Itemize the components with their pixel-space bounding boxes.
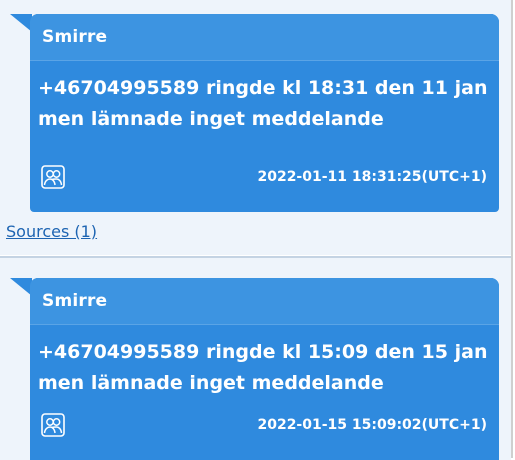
message-footer: 2022-01-15 15:09:02(UTC+1) — [40, 412, 487, 438]
message-bubble[interactable]: Smirre +46704995589 ringde kl 15:09 den … — [30, 278, 499, 460]
message-bubble[interactable]: Smirre +46704995589 ringde kl 18:31 den … — [30, 14, 499, 212]
sources-link[interactable]: Sources (1) — [6, 222, 97, 241]
message-timestamp: 2022-01-11 18:31:25(UTC+1) — [257, 169, 487, 185]
message-item: Smirre +46704995589 ringde kl 18:31 den … — [0, 0, 511, 255]
sender-name: Smirre — [30, 278, 499, 325]
message-item: Smirre +46704995589 ringde kl 15:09 den … — [0, 256, 511, 460]
sender-name: Smirre — [30, 14, 499, 61]
contacts-icon[interactable] — [40, 412, 66, 438]
message-timestamp: 2022-01-15 15:09:02(UTC+1) — [257, 417, 487, 433]
contacts-icon[interactable] — [40, 164, 66, 190]
message-footer: 2022-01-11 18:31:25(UTC+1) — [40, 164, 487, 190]
bubble-tail — [10, 14, 32, 32]
message-text: +46704995589 ringde kl 18:31 den 11 jan … — [38, 77, 488, 130]
bubble-tail — [10, 278, 32, 296]
message-list: Smirre +46704995589 ringde kl 18:31 den … — [0, 0, 513, 460]
message-text: +46704995589 ringde kl 15:09 den 15 jan … — [38, 341, 488, 394]
